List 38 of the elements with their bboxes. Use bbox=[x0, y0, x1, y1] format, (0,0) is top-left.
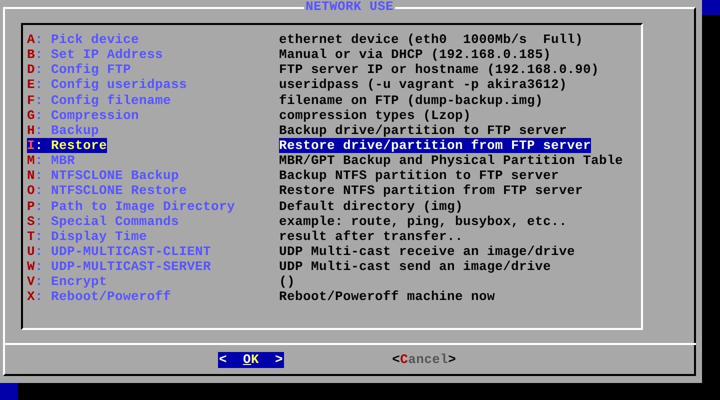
menu-item-description: filename on FTP (dump-backup.img) bbox=[279, 92, 544, 108]
menu-item[interactable]: H: Backup bbox=[27, 122, 100, 138]
menu-item[interactable]: N: NTFSCLONE Backup bbox=[27, 168, 180, 184]
menu-item[interactable]: E: Config useridpass bbox=[27, 77, 188, 93]
dialog-button[interactable]: < OK > bbox=[218, 352, 284, 368]
menu-item-description: Manual or via DHCP (192.168.0.185) bbox=[279, 47, 552, 62]
menu-item[interactable]: W: UDP-MULTICAST-SERVER bbox=[27, 259, 212, 274]
menu-item[interactable]: O: NTFSCLONE Restore bbox=[27, 183, 188, 199]
menu-item-description: UDP Multi-cast send an image/drive bbox=[279, 259, 552, 274]
menu-item[interactable]: B: Set IP Address bbox=[27, 47, 164, 62]
menu-item[interactable]: U: UDP-MULTICAST-CLIENT bbox=[27, 244, 212, 260]
menu-item-description: FTP server IP or hostname (192.168.0.90) bbox=[279, 62, 600, 78]
menu-item-description: compression types (Lzop) bbox=[279, 108, 472, 123]
menu-item[interactable]: D: Config FTP bbox=[27, 62, 132, 78]
menu-item-description: useridpass (-u vagrant -p akira3612) bbox=[279, 77, 568, 93]
menu-item-description: Backup drive/partition to FTP server bbox=[279, 122, 568, 138]
menu-item-description: Restore NTFS partition from FTP server bbox=[279, 183, 584, 199]
dialog-button[interactable]: <Cancel> bbox=[391, 352, 458, 368]
menu-item-description: example: route, ping, busybox, etc.. bbox=[279, 214, 568, 229]
menu-item-description: result after transfer.. bbox=[279, 228, 464, 244]
menu-item[interactable]: F: Config filename bbox=[27, 92, 172, 108]
menu-item-description: Reboot/Poweroff machine now bbox=[279, 289, 496, 305]
menu-item[interactable]: A: Pick device bbox=[27, 32, 140, 48]
menu-item[interactable]: X: Reboot/Poweroff bbox=[27, 289, 172, 305]
menu-item-description: Restore drive/partition from FTP server bbox=[279, 138, 592, 154]
menu-item-description: () bbox=[279, 274, 296, 290]
menu-item-description: ethernet device (eth0 1000Mb/s Full) bbox=[279, 32, 584, 48]
menu-item-description: Default directory (img) bbox=[279, 198, 464, 214]
menu-item[interactable]: P: Path to Image Directory bbox=[27, 198, 236, 214]
menu-item[interactable]: S: Special Commands bbox=[27, 214, 180, 229]
menu-item[interactable]: T: Display Time bbox=[27, 228, 148, 244]
menu-item[interactable]: I: Restore bbox=[27, 138, 108, 154]
menu-item-description: MBR/GPT Backup and Physical Partition Table bbox=[279, 153, 624, 168]
menu-item[interactable]: V: Encrypt bbox=[27, 274, 108, 290]
menu-item-description: UDP Multi-cast receive an image/drive bbox=[279, 244, 576, 260]
menu-item[interactable]: M: MBR bbox=[27, 153, 76, 168]
menu-item[interactable]: G: Compression bbox=[27, 108, 140, 123]
menu-item-description: Backup NTFS partition to FTP server bbox=[279, 168, 560, 184]
